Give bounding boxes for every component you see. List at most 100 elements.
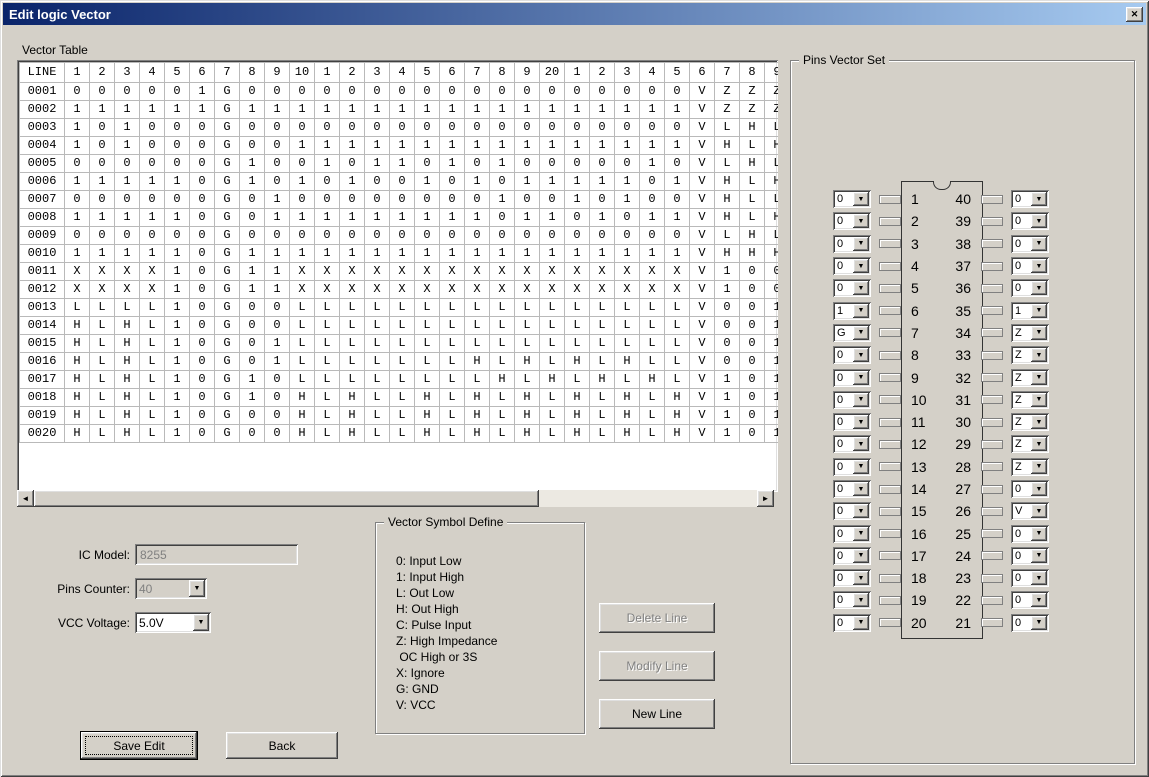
pin-3-select[interactable]: 0▼ bbox=[833, 235, 871, 253]
pin-32-select[interactable]: Z▼ bbox=[1011, 369, 1049, 387]
dropdown-arrow-icon[interactable]: ▼ bbox=[1031, 326, 1047, 340]
dropdown-arrow-icon[interactable]: ▼ bbox=[853, 482, 869, 496]
dropdown-arrow-icon[interactable]: ▼ bbox=[853, 371, 869, 385]
dropdown-arrow-icon[interactable]: ▼ bbox=[853, 437, 869, 451]
vector-table-row[interactable]: 0003101000G000000000000000000VLHL bbox=[20, 119, 779, 137]
vector-table-row[interactable]: 0005000000G100101101010000010VLHL bbox=[20, 155, 779, 173]
scrollbar-thumb[interactable] bbox=[34, 490, 539, 507]
pin-12-select[interactable]: 0▼ bbox=[833, 435, 871, 453]
dropdown-arrow-icon[interactable]: ▼ bbox=[853, 348, 869, 362]
dropdown-arrow-icon[interactable]: ▼ bbox=[1031, 437, 1047, 451]
pin-16-select[interactable]: 0▼ bbox=[833, 525, 871, 543]
pin-40-select[interactable]: 0▼ bbox=[1011, 190, 1049, 208]
dropdown-arrow-icon[interactable]: ▼ bbox=[1031, 593, 1047, 607]
dropdown-arrow-icon[interactable]: ▼ bbox=[1031, 616, 1047, 630]
pin-37-select[interactable]: 0▼ bbox=[1011, 257, 1049, 275]
vector-table-row[interactable]: 0001000001G000000000000000000VZZZ bbox=[20, 83, 779, 101]
dropdown-arrow-icon[interactable]: ▼ bbox=[1031, 549, 1047, 563]
pin-20-select[interactable]: 0▼ bbox=[833, 614, 871, 632]
vector-table-row[interactable]: 0013LLLL10G00LLLLLLLLLLLLLLLLV001 bbox=[20, 299, 779, 317]
pin-31-select[interactable]: Z▼ bbox=[1011, 391, 1049, 409]
pin-34-select[interactable]: Z▼ bbox=[1011, 324, 1049, 342]
dropdown-arrow-icon[interactable]: ▼ bbox=[1031, 482, 1047, 496]
dropdown-arrow-icon[interactable]: ▼ bbox=[1031, 348, 1047, 362]
pin-1-select[interactable]: 0▼ bbox=[833, 190, 871, 208]
vector-table-row[interactable]: 0020HLHL10G00HLHLLHLHLHLHLHLHV101 bbox=[20, 425, 779, 443]
vector-table-row[interactable]: 0002111111G111111111111111111VZZZ bbox=[20, 101, 779, 119]
pin-8-select[interactable]: 0▼ bbox=[833, 346, 871, 364]
dropdown-arrow-icon[interactable]: ▼ bbox=[193, 614, 209, 631]
pin-27-select[interactable]: 0▼ bbox=[1011, 480, 1049, 498]
pin-5-select[interactable]: 0▼ bbox=[833, 279, 871, 297]
dropdown-arrow-icon[interactable]: ▼ bbox=[853, 192, 869, 206]
dropdown-arrow-icon[interactable]: ▼ bbox=[853, 259, 869, 273]
pin-11-select[interactable]: 0▼ bbox=[833, 413, 871, 431]
pin-30-select[interactable]: Z▼ bbox=[1011, 413, 1049, 431]
horizontal-scrollbar[interactable]: ◄ ► bbox=[17, 490, 774, 507]
pin-35-select[interactable]: 1▼ bbox=[1011, 302, 1049, 320]
vector-table-row[interactable]: 0017HLHL10G10LLLLLLLLHLHLHLHLV101 bbox=[20, 371, 779, 389]
pin-38-select[interactable]: 0▼ bbox=[1011, 235, 1049, 253]
dropdown-arrow-icon[interactable]: ▼ bbox=[1031, 304, 1047, 318]
vector-table-row[interactable]: 0007000000G010000000010010100VHLL bbox=[20, 191, 779, 209]
vector-table-row[interactable]: 0009000000G000000000000000000VLHL bbox=[20, 227, 779, 245]
dropdown-arrow-icon[interactable]: ▼ bbox=[1031, 237, 1047, 251]
new-line-button[interactable]: New Line bbox=[599, 699, 715, 729]
dropdown-arrow-icon[interactable]: ▼ bbox=[1031, 460, 1047, 474]
pin-7-select[interactable]: G▼ bbox=[833, 324, 871, 342]
save-edit-button[interactable]: Save Edit bbox=[81, 732, 197, 759]
dropdown-arrow-icon[interactable]: ▼ bbox=[853, 415, 869, 429]
vector-table-row[interactable]: 0006111110G101010010101111101VHLH bbox=[20, 173, 779, 191]
pin-26-select[interactable]: V▼ bbox=[1011, 502, 1049, 520]
pin-4-select[interactable]: 0▼ bbox=[833, 257, 871, 275]
vector-table-row[interactable]: 0012XXXX10G11XXXXXXXXXXXXXXXXV100 bbox=[20, 281, 779, 299]
dropdown-arrow-icon[interactable]: ▼ bbox=[1031, 259, 1047, 273]
dropdown-arrow-icon[interactable]: ▼ bbox=[1031, 214, 1047, 228]
dropdown-arrow-icon[interactable]: ▼ bbox=[853, 304, 869, 318]
pin-10-select[interactable]: 0▼ bbox=[833, 391, 871, 409]
dropdown-arrow-icon[interactable]: ▼ bbox=[1031, 393, 1047, 407]
dropdown-arrow-icon[interactable]: ▼ bbox=[853, 571, 869, 585]
vector-table-row[interactable]: 0019HLHL10G00HLHLLHLHLHLHLHLHV101 bbox=[20, 407, 779, 425]
scroll-right-button[interactable]: ► bbox=[757, 490, 774, 507]
pin-39-select[interactable]: 0▼ bbox=[1011, 212, 1049, 230]
pin-18-select[interactable]: 0▼ bbox=[833, 569, 871, 587]
dropdown-arrow-icon[interactable]: ▼ bbox=[1031, 527, 1047, 541]
dropdown-arrow-icon[interactable]: ▼ bbox=[1031, 192, 1047, 206]
pin-15-select[interactable]: 0▼ bbox=[833, 502, 871, 520]
dropdown-arrow-icon[interactable]: ▼ bbox=[1031, 504, 1047, 518]
dropdown-arrow-icon[interactable]: ▼ bbox=[853, 281, 869, 295]
scrollbar-track[interactable] bbox=[34, 490, 757, 507]
close-button[interactable]: ✕ bbox=[1126, 7, 1143, 22]
vector-table-row[interactable]: 0014HLHL10G00LLLLLLLLLLLLLLLLV001 bbox=[20, 317, 779, 335]
vector-table-row[interactable]: 0010111110G111111111111111111VHHH bbox=[20, 245, 779, 263]
pin-9-select[interactable]: 0▼ bbox=[833, 369, 871, 387]
dropdown-arrow-icon[interactable]: ▼ bbox=[1031, 281, 1047, 295]
vector-table-row[interactable]: 0011XXXX10G11XXXXXXXXXXXXXXXXV100 bbox=[20, 263, 779, 281]
pin-13-select[interactable]: 0▼ bbox=[833, 458, 871, 476]
pin-24-select[interactable]: 0▼ bbox=[1011, 547, 1049, 565]
dropdown-arrow-icon[interactable]: ▼ bbox=[1031, 571, 1047, 585]
pin-2-select[interactable]: 0▼ bbox=[833, 212, 871, 230]
pin-19-select[interactable]: 0▼ bbox=[833, 591, 871, 609]
pin-36-select[interactable]: 0▼ bbox=[1011, 279, 1049, 297]
pin-21-select[interactable]: 0▼ bbox=[1011, 614, 1049, 632]
dropdown-arrow-icon[interactable]: ▼ bbox=[853, 326, 869, 340]
dropdown-arrow-icon[interactable]: ▼ bbox=[853, 616, 869, 630]
title-bar[interactable]: Edit logic Vector ✕ bbox=[3, 3, 1146, 25]
pin-14-select[interactable]: 0▼ bbox=[833, 480, 871, 498]
vcc-voltage-select[interactable]: 5.0V ▼ bbox=[135, 612, 211, 633]
vector-table-row[interactable]: 0004101000G001111111111111111VHLH bbox=[20, 137, 779, 155]
vector-table-row[interactable]: 0008111110G011111111101101011VHLH bbox=[20, 209, 779, 227]
dropdown-arrow-icon[interactable]: ▼ bbox=[853, 214, 869, 228]
dropdown-arrow-icon[interactable]: ▼ bbox=[853, 237, 869, 251]
dropdown-arrow-icon[interactable]: ▼ bbox=[853, 527, 869, 541]
dropdown-arrow-icon[interactable]: ▼ bbox=[853, 504, 869, 518]
vector-table-row[interactable]: 0018HLHL10G10HLHLLHLHLHLHLHLHV101 bbox=[20, 389, 779, 407]
pin-33-select[interactable]: Z▼ bbox=[1011, 346, 1049, 364]
dropdown-arrow-icon[interactable]: ▼ bbox=[853, 593, 869, 607]
dropdown-arrow-icon[interactable]: ▼ bbox=[1031, 415, 1047, 429]
pin-6-select[interactable]: 1▼ bbox=[833, 302, 871, 320]
vector-table-row[interactable]: 0015HLHL10G01LLLLLLLLLLLLLLLLV001 bbox=[20, 335, 779, 353]
dropdown-arrow-icon[interactable]: ▼ bbox=[853, 460, 869, 474]
